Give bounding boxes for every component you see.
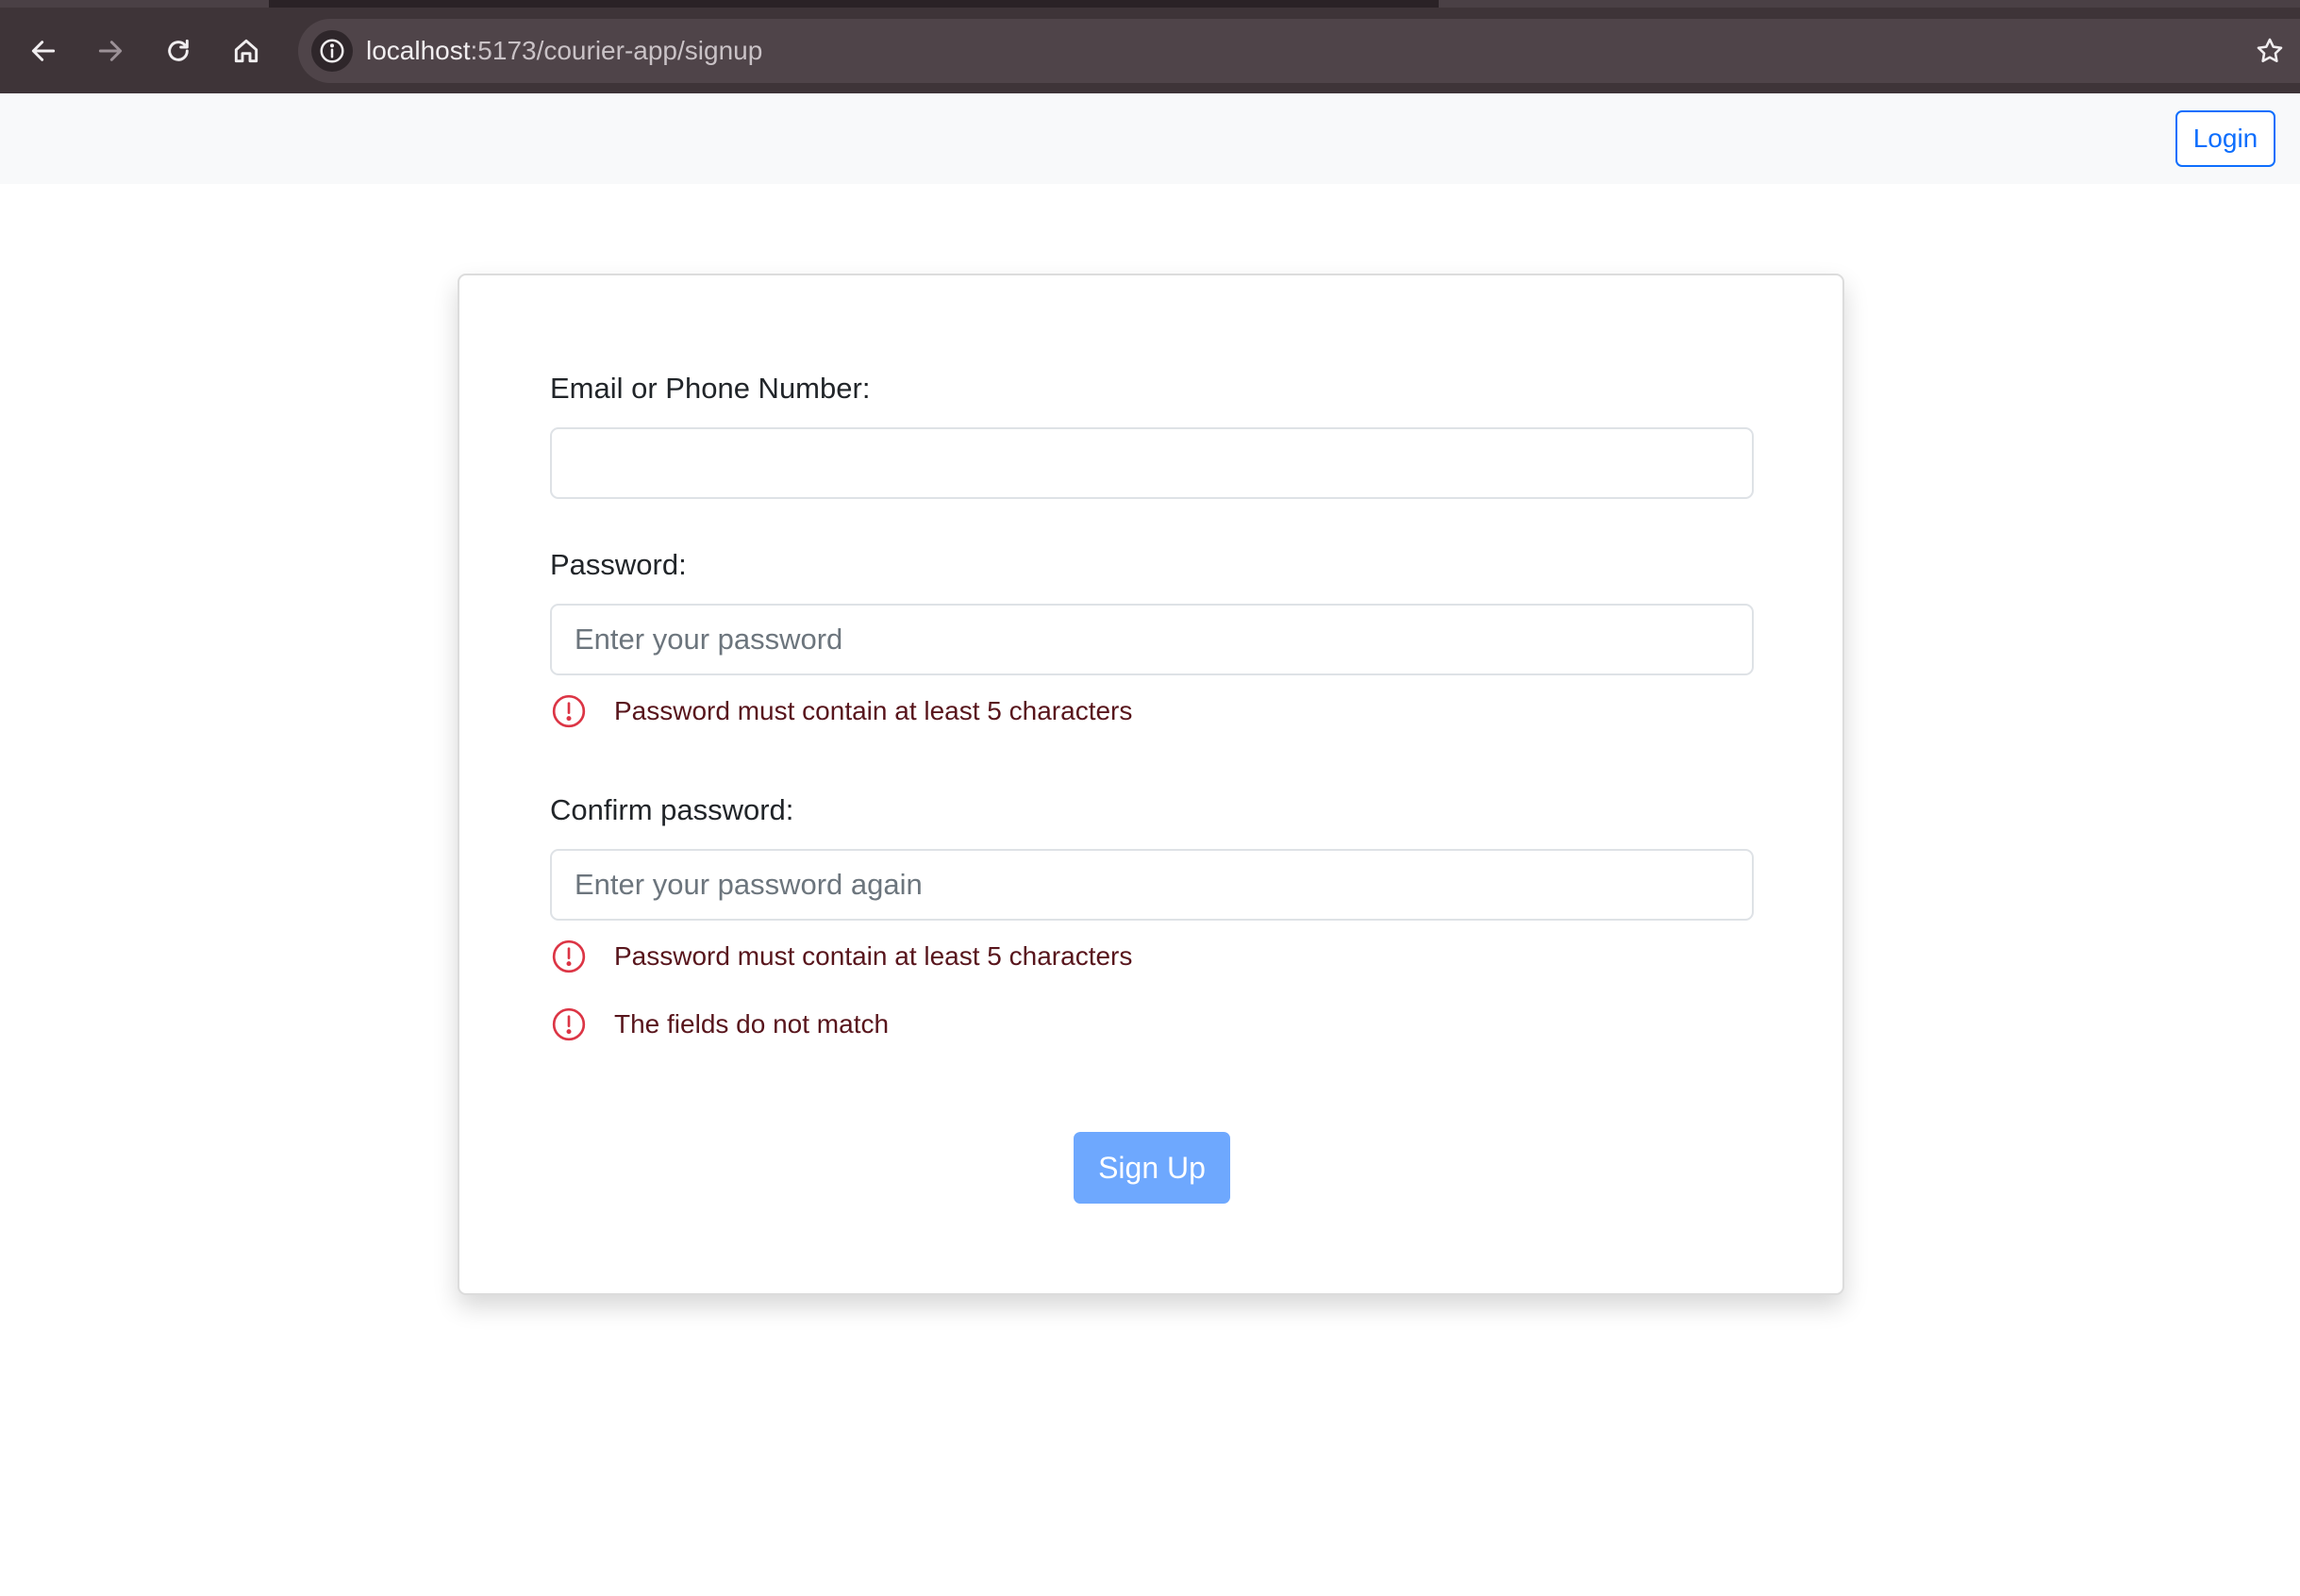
password-error: Password must contain at least 5 charact… [550, 691, 1132, 731]
exclamation-circle-icon [550, 938, 588, 975]
home-button[interactable] [225, 30, 267, 72]
error-message: Password must contain at least 5 charact… [614, 696, 1133, 725]
sign-up-button[interactable]: Sign Up [1074, 1132, 1230, 1204]
exclamation-circle-icon [550, 692, 588, 730]
browser-chrome: localhost:5173/courier-app/signup [0, 0, 2300, 93]
email-label: Email or Phone Number: [550, 372, 871, 405]
email-field[interactable] [550, 427, 1754, 499]
password-label: Password: [550, 548, 687, 581]
home-icon [234, 39, 258, 63]
forward-button[interactable] [90, 30, 131, 72]
signup-card: Email or Phone Number: Password: Passwor… [458, 274, 1844, 1295]
active-tab-edge[interactable] [0, 0, 269, 8]
url-text[interactable]: localhost:5173/courier-app/signup [366, 19, 762, 83]
reload-icon [168, 39, 189, 61]
url-host: localhost [366, 36, 471, 65]
confirm-password-error: Password must contain at least 5 charact… [550, 937, 1132, 976]
app-navbar: Login [0, 93, 2300, 184]
browser-toolbar: localhost:5173/courier-app/signup [0, 8, 2300, 93]
site-info-button[interactable] [311, 30, 353, 72]
back-button[interactable] [23, 30, 64, 72]
arrow-left-icon [31, 41, 56, 61]
star-icon [2257, 38, 2283, 63]
mismatch-error: The fields do not match [550, 1005, 889, 1044]
arrow-right-icon [98, 41, 123, 61]
url-path: :5173/courier-app/signup [470, 36, 763, 65]
password-field[interactable] [550, 604, 1754, 675]
confirm-password-label: Confirm password: [550, 793, 794, 826]
exclamation-circle-icon [550, 1006, 588, 1043]
error-message: The fields do not match [614, 1009, 890, 1039]
tab-edge[interactable] [1439, 0, 2300, 8]
login-button[interactable]: Login [2175, 110, 2275, 167]
reload-button[interactable] [158, 30, 199, 72]
error-message: Password must contain at least 5 charact… [614, 941, 1133, 971]
info-icon [320, 39, 344, 63]
confirm-password-field[interactable] [550, 849, 1754, 921]
bookmark-button[interactable] [2249, 30, 2291, 72]
address-bar[interactable]: localhost:5173/courier-app/signup [298, 19, 2300, 83]
